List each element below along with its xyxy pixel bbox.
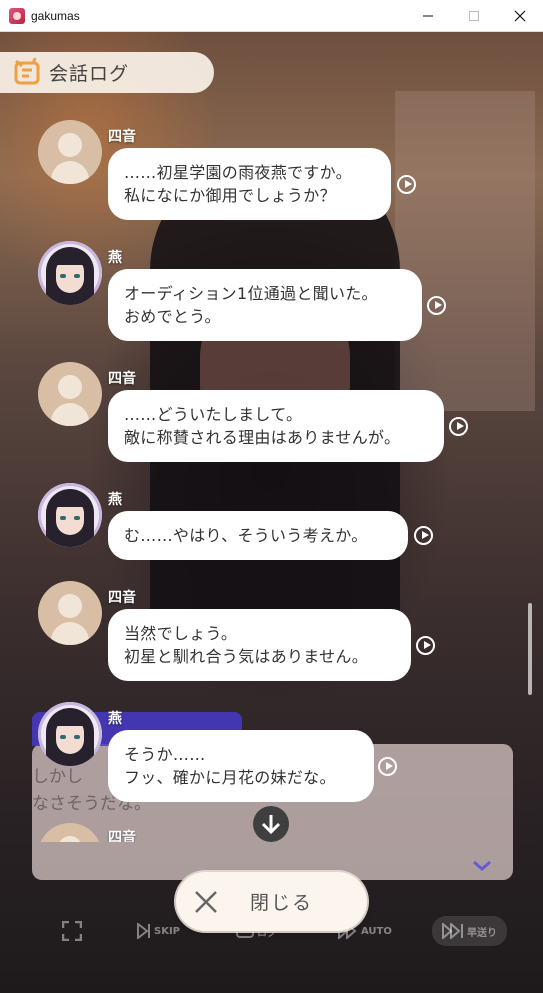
avatar — [38, 581, 102, 645]
message-bubble: む……やはり、そういう考えか。 — [108, 511, 408, 560]
minimize-button[interactable] — [405, 0, 451, 31]
speaker-name: 四音 — [108, 830, 136, 842]
skip-button[interactable]: SKIP — [137, 919, 180, 943]
voice-play-button[interactable] — [397, 175, 416, 194]
speaker-name: 燕 — [108, 250, 122, 266]
app-window: gakumas しかし なさそうだな。 SKIP ログ AUTO 早送り 会話ロ… — [0, 0, 543, 993]
chevron-down-icon — [473, 860, 491, 871]
minimize-icon — [423, 15, 433, 16]
avatar — [38, 362, 102, 426]
message-text: ……どういたしまして。 敵に称賛される理由はありませんが。 — [124, 405, 401, 447]
skip-icon — [137, 923, 150, 939]
close-log-button[interactable]: 閉じる — [176, 872, 367, 931]
maximize-icon — [469, 10, 479, 21]
arrow-down-icon — [261, 815, 281, 835]
speaker-name: 燕 — [108, 492, 122, 508]
message-bubble: そうか…… フッ、確かに月花の妹だな。 — [108, 730, 374, 802]
app-icon — [9, 7, 25, 24]
avatar — [38, 120, 102, 184]
avatar — [38, 702, 102, 766]
fast-forward-button[interactable]: 早送り — [432, 916, 507, 946]
auto-label: AUTO — [361, 925, 392, 937]
speaker-name: 四音 — [108, 129, 136, 145]
fast-forward-icon — [442, 923, 463, 939]
avatar — [38, 241, 102, 305]
close-icon — [195, 890, 217, 913]
voice-play-button[interactable] — [416, 636, 435, 655]
voice-play-button[interactable] — [449, 417, 468, 436]
voice-play-button[interactable] — [414, 526, 433, 545]
scroll-to-bottom-button[interactable] — [253, 806, 289, 842]
close-label: 閉じる — [250, 892, 314, 914]
close-window-button[interactable] — [497, 0, 543, 31]
avatar — [38, 483, 102, 547]
avatar — [38, 823, 102, 842]
message-text: 当然でしょう。 初星と馴れ合う気はありません。 — [124, 624, 369, 666]
maximize-button[interactable] — [451, 0, 497, 31]
message-bubble: オーディション1位通過と聞いた。 おめでとう。 — [108, 269, 422, 341]
fullscreen-icon — [62, 921, 82, 941]
speaker-name: 四音 — [108, 371, 136, 387]
message-text: そうか…… フッ、確かに月花の妹だな。 — [124, 745, 336, 787]
message-bubble: 当然でしょう。 初星と馴れ合う気はありません。 — [108, 609, 411, 681]
voice-play-button[interactable] — [378, 757, 397, 776]
window-controls — [405, 0, 543, 31]
message-bubble: ……どういたしまして。 敵に称賛される理由はありませんが。 — [108, 390, 444, 462]
voice-play-button[interactable] — [427, 296, 446, 315]
message-text: む……やはり、そういう考えか。 — [124, 526, 368, 545]
message-text: ……初星学園の雨夜燕ですか。 私になにか御用でしょうか？ — [124, 163, 352, 205]
fast-forward-label: 早送り — [467, 927, 497, 939]
message-bubble: ……初星学園の雨夜燕ですか。 私になにか御用でしょうか？ — [108, 148, 391, 220]
speaker-name: 四音 — [108, 590, 136, 606]
fullscreen-button[interactable] — [62, 919, 85, 943]
close-icon — [514, 10, 526, 21]
message-text: オーディション1位通過と聞いた。 おめでとう。 — [124, 284, 378, 326]
title-bar: gakumas — [0, 0, 543, 32]
skip-label: SKIP — [154, 925, 181, 937]
game-screen: しかし なさそうだな。 SKIP ログ AUTO 早送り 会話ログ 四音 ……初… — [0, 31, 543, 993]
speaker-name: 燕 — [108, 711, 122, 727]
message-list[interactable]: 四音 ……初星学園の雨夜燕ですか。 私になにか御用でしょうか？ 燕 オーディショ… — [0, 31, 543, 842]
window-title: gakumas — [31, 8, 80, 23]
